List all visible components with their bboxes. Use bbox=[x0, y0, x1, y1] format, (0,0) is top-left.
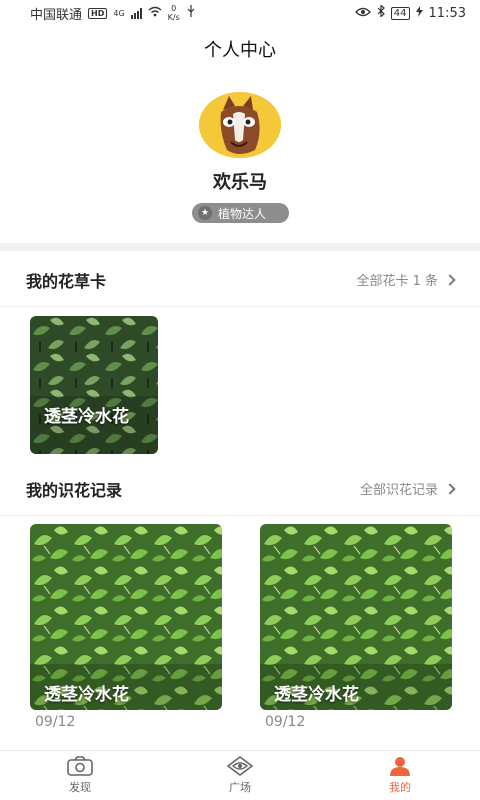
all-records-label: 全部识花记录 bbox=[359, 483, 438, 498]
eye-diamond-icon bbox=[227, 756, 253, 776]
chevron-right-icon bbox=[444, 482, 456, 495]
section-divider bbox=[0, 243, 480, 251]
badge-label: 植物达人 bbox=[218, 206, 267, 221]
status-bar-right: 44 11:53 bbox=[354, 4, 466, 21]
person-icon bbox=[390, 757, 410, 776]
record-card[interactable]: 透茎冷水花 bbox=[30, 524, 222, 710]
record-date: 09/12 bbox=[35, 714, 76, 730]
bottom-tab-bar: 发现 广场 我的 bbox=[0, 750, 480, 800]
clock: 11:53 bbox=[428, 5, 466, 21]
record-name: 透茎冷水花 bbox=[274, 685, 359, 705]
flower-card[interactable]: 透茎冷水花 bbox=[30, 316, 158, 454]
speed-value: 0 bbox=[171, 4, 177, 13]
tab-discover[interactable]: 发现 bbox=[0, 751, 160, 800]
chevron-right-icon bbox=[444, 273, 456, 286]
tab-mine-label: 我的 bbox=[389, 781, 411, 794]
flower-card-image bbox=[30, 316, 158, 454]
battery-icon: 44 bbox=[390, 6, 410, 20]
record-name: 透茎冷水花 bbox=[44, 685, 129, 705]
all-records-link[interactable]: 全部识花记录 bbox=[359, 479, 456, 498]
record-date: 09/12 bbox=[265, 714, 306, 730]
user-level-badge[interactable]: ★ 植物达人 bbox=[192, 203, 289, 223]
network-speed: 0 K/s bbox=[168, 4, 180, 22]
network-type: 4G bbox=[113, 8, 125, 18]
records-header: 我的识花记录 全部识花记录 bbox=[0, 462, 480, 516]
wifi-icon bbox=[148, 6, 162, 21]
status-bar-left: 中国联通 HD 4G 0 K/s bbox=[30, 4, 196, 23]
status-bar: 中国联通 HD 4G 0 K/s 44 11:53 bbox=[0, 0, 480, 26]
bluetooth-icon bbox=[377, 4, 385, 21]
record-card[interactable]: 透茎冷水花 bbox=[260, 524, 452, 710]
page-title: 个人中心 bbox=[204, 40, 276, 61]
tab-discover-label: 发现 bbox=[69, 781, 91, 794]
star-icon: ★ bbox=[198, 206, 212, 220]
username: 欢乐马 bbox=[213, 172, 267, 193]
records-title: 我的识花记录 bbox=[26, 480, 123, 500]
flower-card-name: 透茎冷水花 bbox=[44, 407, 129, 427]
flower-cards-title: 我的花草卡 bbox=[26, 271, 107, 291]
hd-icon: HD bbox=[88, 7, 108, 19]
horse-avatar-icon bbox=[199, 92, 281, 158]
tab-square[interactable]: 广场 bbox=[160, 751, 320, 800]
tab-square-label: 广场 bbox=[229, 781, 251, 794]
all-flower-cards-link[interactable]: 全部花卡 1 条 bbox=[356, 270, 456, 289]
carrier-name: 中国联通 bbox=[30, 7, 83, 23]
all-flower-cards-label: 全部花卡 1 条 bbox=[356, 274, 438, 289]
eye-icon bbox=[354, 6, 371, 21]
charging-icon bbox=[415, 5, 423, 21]
signal-icon bbox=[130, 7, 142, 19]
camera-icon bbox=[67, 756, 93, 776]
speed-unit: K/s bbox=[167, 13, 180, 22]
flower-cards-header: 我的花草卡 全部花卡 1 条 bbox=[0, 253, 480, 307]
tab-mine[interactable]: 我的 bbox=[320, 751, 480, 800]
usb-icon bbox=[186, 5, 196, 21]
avatar[interactable] bbox=[199, 92, 281, 158]
